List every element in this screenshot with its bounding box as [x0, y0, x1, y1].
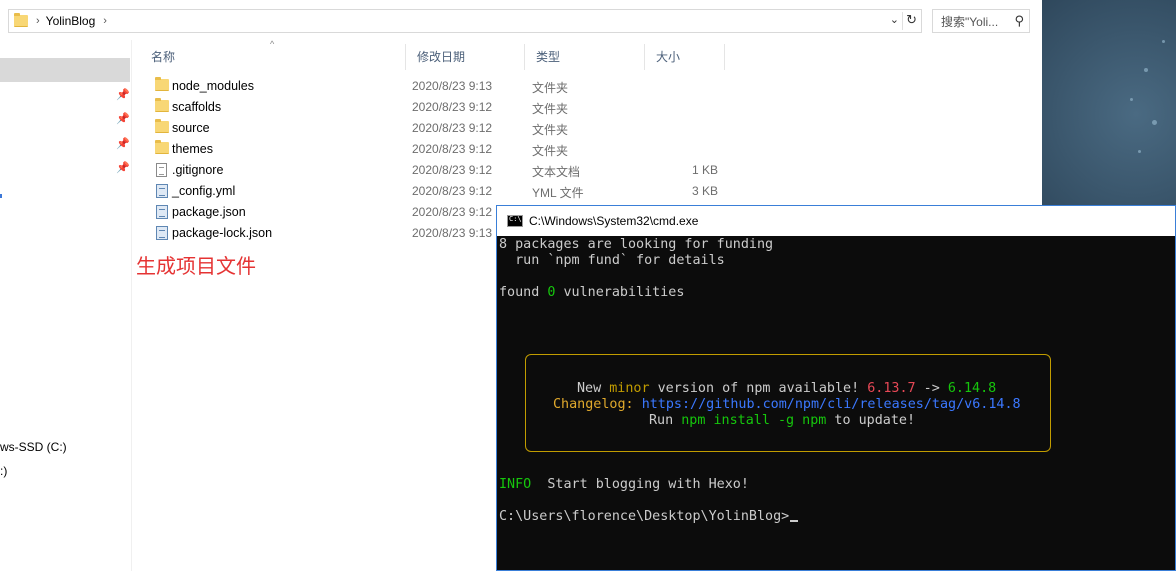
- file-name: package.json: [172, 205, 246, 219]
- file-size: 3 KB: [691, 184, 718, 198]
- terminal-icon: [507, 215, 523, 227]
- column-header-date[interactable]: 修改日期: [406, 44, 525, 70]
- output-text: version of npm available!: [649, 381, 868, 396]
- navigation-pane: 📌 📌 📌 📌 ws-SSD (C:) :): [0, 40, 132, 571]
- output-text: Start blogging with Hexo!: [531, 477, 749, 492]
- folder-icon: [155, 119, 169, 133]
- output-text: Run: [649, 413, 682, 428]
- desktop-decoration: [1144, 68, 1148, 72]
- folder-icon: [155, 98, 169, 112]
- code-file-icon: [155, 205, 168, 219]
- divider: [902, 12, 903, 30]
- file-name: package-lock.json: [172, 226, 273, 240]
- file-type: 文件夹: [532, 123, 569, 137]
- file-date: 2020/8/23 9:12: [412, 205, 493, 219]
- search-icon[interactable]: ⚲: [1014, 13, 1024, 29]
- command-prompt[interactable]: C:\Users\florence\Desktop\YolinBlog>: [499, 509, 799, 525]
- file-name: source: [172, 121, 210, 135]
- file-row[interactable]: node_modules 2020/8/23 9:13 文件夹: [150, 76, 730, 97]
- refresh-icon[interactable]: ↻: [906, 12, 917, 28]
- file-date: 2020/8/23 9:12: [412, 184, 493, 198]
- file-date: 2020/8/23 9:13: [412, 226, 493, 240]
- file-type: 文件夹: [532, 144, 569, 158]
- file-row[interactable]: _config.yml 2020/8/23 9:12 YML 文件 3 KB: [150, 181, 730, 202]
- annotation-text: 生成项目文件: [136, 254, 256, 278]
- update-kind: minor: [609, 381, 650, 396]
- pin-icon[interactable]: 📌: [116, 137, 130, 150]
- folder-icon: [155, 140, 169, 154]
- run-line: Run npm install -g npm to update!: [649, 413, 915, 429]
- pin-icon[interactable]: 📌: [116, 88, 130, 101]
- cmd-title-bar[interactable]: C:\Windows\System32\cmd.exe: [497, 206, 1175, 236]
- new-version: 6.14.8: [947, 381, 997, 396]
- output-text: vulnerabilities: [555, 285, 685, 300]
- folder-icon: [155, 77, 169, 91]
- file-name: .gitignore: [172, 163, 224, 177]
- file-date: 2020/8/23 9:12: [412, 163, 493, 177]
- nav-selected-item[interactable]: [0, 58, 130, 82]
- file-type: 文本文档: [532, 165, 581, 179]
- chevron-down-icon[interactable]: ⌄: [890, 13, 899, 26]
- cmd-title: C:\Windows\System32\cmd.exe: [529, 214, 699, 228]
- cmd-window: C:\Windows\System32\cmd.exe 8 packages a…: [496, 205, 1176, 571]
- cmd-output[interactable]: 8 packages are looking for funding run `…: [497, 236, 1175, 570]
- info-line: INFO Start blogging with Hexo!: [499, 477, 749, 493]
- file-name: scaffolds: [172, 100, 222, 114]
- folder-icon: [14, 13, 28, 27]
- info-tag: INFO: [499, 477, 532, 492]
- changelog-line: Changelog: https://github.com/npm/cli/re…: [553, 397, 1021, 413]
- column-header-name[interactable]: 名称: [140, 44, 406, 70]
- prompt-path: C:\Users\florence\Desktop\YolinBlog>: [499, 509, 790, 524]
- breadcrumb-item[interactable]: YolinBlog: [46, 14, 96, 28]
- changelog-label: Changelog:: [553, 397, 642, 412]
- column-header-type[interactable]: 类型: [525, 44, 645, 70]
- file-date: 2020/8/23 9:13: [412, 79, 493, 93]
- pin-icon[interactable]: 📌: [116, 112, 130, 125]
- nav-item-drive[interactable]: :): [0, 464, 7, 478]
- pin-icon[interactable]: 📌: [116, 161, 130, 174]
- update-command: npm install -g npm: [681, 413, 827, 428]
- text-cursor: [790, 520, 799, 522]
- nav-item-drive-c[interactable]: ws-SSD (C:): [0, 440, 67, 454]
- desktop-decoration: [1138, 150, 1141, 153]
- file-size: 1 KB: [691, 163, 718, 177]
- current-version: 6.13.7: [867, 381, 916, 396]
- breadcrumb-chevron-icon[interactable]: ›: [103, 15, 107, 27]
- file-type: 文件夹: [532, 81, 569, 95]
- desktop-decoration: [1130, 98, 1133, 101]
- file-date: 2020/8/23 9:12: [412, 121, 493, 135]
- search-placeholder: 搜索"Yoli...: [941, 14, 999, 29]
- desktop-decoration: [1162, 40, 1165, 43]
- text-file-icon: [155, 163, 167, 177]
- file-type: 文件夹: [532, 102, 569, 116]
- search-input[interactable]: 搜索"Yoli... ⚲: [932, 9, 1030, 33]
- output-text: ->: [915, 381, 948, 396]
- desktop-decoration: [1152, 120, 1157, 125]
- column-header-size[interactable]: 大小: [645, 44, 725, 70]
- file-date: 2020/8/23 9:12: [412, 142, 493, 156]
- address-bar[interactable]: › YolinBlog › ⌄ ↻: [8, 9, 922, 33]
- file-row[interactable]: .gitignore 2020/8/23 9:12 文本文档 1 KB: [150, 160, 730, 181]
- output-text: New: [577, 381, 610, 396]
- changelog-link[interactable]: https://github.com/npm/cli/releases/tag/…: [642, 397, 1021, 412]
- output-line: found 0 vulnerabilities: [499, 285, 684, 301]
- breadcrumb-chevron-icon[interactable]: ›: [36, 15, 40, 27]
- file-row[interactable]: scaffolds 2020/8/23 9:12 文件夹: [150, 97, 730, 118]
- code-file-icon: [155, 226, 168, 240]
- code-file-icon: [155, 184, 168, 198]
- update-line: New minor version of npm available! 6.13…: [577, 381, 996, 397]
- nav-marker: [0, 194, 2, 198]
- output-line: run `npm fund` for details: [499, 253, 725, 268]
- file-date: 2020/8/23 9:12: [412, 100, 493, 114]
- file-row[interactable]: themes 2020/8/23 9:12 文件夹: [150, 139, 730, 160]
- output-line: 8 packages are looking for funding: [499, 237, 774, 252]
- file-row[interactable]: source 2020/8/23 9:12 文件夹: [150, 118, 730, 139]
- file-name: _config.yml: [172, 184, 236, 198]
- file-type: YML 文件: [532, 186, 584, 200]
- output-text: found: [499, 285, 548, 300]
- file-name: node_modules: [172, 79, 255, 93]
- file-name: themes: [172, 142, 213, 156]
- output-text: to update!: [826, 413, 916, 428]
